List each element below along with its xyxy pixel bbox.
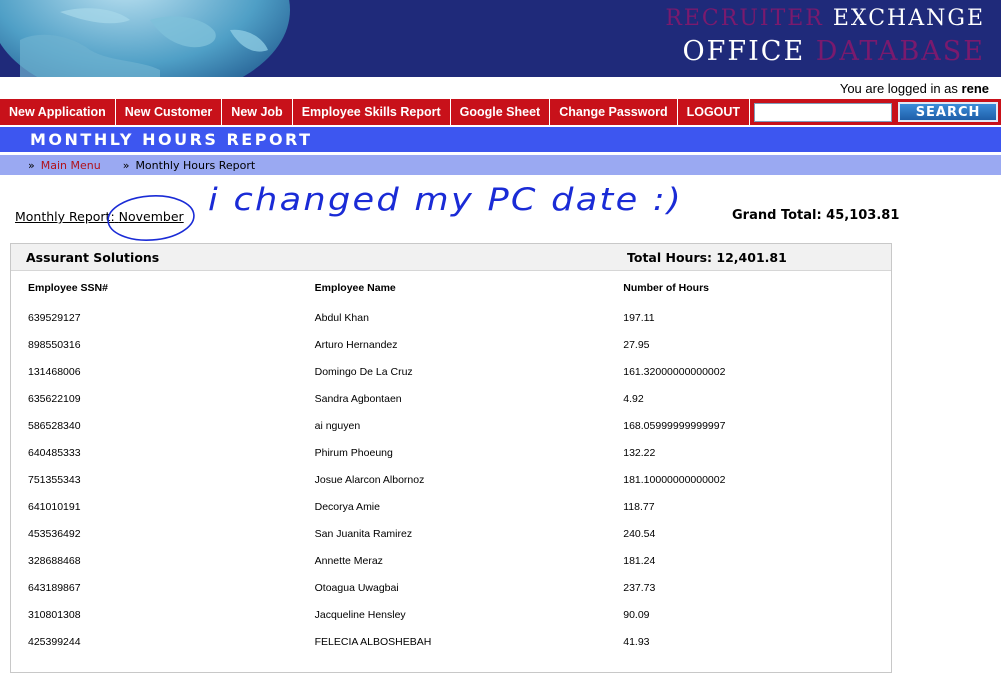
brand-title-line2: OFFICE DATABASE — [683, 36, 985, 67]
cell-hours: 4.92 — [623, 392, 644, 405]
table-row: 586528340 ai nguyen 168.05999999999997 — [11, 412, 891, 439]
breadcrumb-main-menu-link[interactable]: Main Menu — [41, 159, 101, 172]
cell-ssn: 640485333 — [28, 446, 81, 459]
company-total-hours: Total Hours: 12,401.81 — [627, 250, 787, 265]
header-banner: RECRUITER EXCHANGE OFFICE DATABASE — [0, 0, 1001, 77]
table-row: 751355343 Josue Alarcon Albornoz 181.100… — [11, 466, 891, 493]
cell-name: San Juanita Ramirez — [314, 527, 413, 540]
hours-table: Employee SSN# Employee Name Number of Ho… — [11, 272, 891, 655]
table-row: 898550316 Arturo Hernandez 27.95 — [11, 331, 891, 358]
table-row: 643189867 Otoagua Uwagbai 237.73 — [11, 574, 891, 601]
nav-google-sheet[interactable]: Google Sheet — [451, 99, 551, 125]
cell-ssn: 643189867 — [28, 581, 81, 594]
cell-hours: 181.24 — [623, 554, 656, 567]
breadcrumb-separator: » — [122, 158, 130, 172]
cell-name: Jacqueline Hensley — [314, 608, 406, 621]
cell-ssn: 635622109 — [28, 392, 81, 405]
table-row: 131468006 Domingo De La Cruz 161.3200000… — [11, 358, 891, 385]
nav-search-area: SEARCH — [750, 99, 999, 125]
monthly-report-month[interactable]: November — [119, 209, 184, 224]
company-name: Assurant Solutions — [26, 250, 160, 265]
cell-name: Domingo De La Cruz — [314, 365, 413, 378]
search-input[interactable] — [754, 102, 893, 122]
column-header-hours: Number of Hours — [623, 282, 710, 294]
page-title: MONTHLY HOURS REPORT — [0, 127, 1001, 152]
main-nav-bar: New Application New Customer New Job Emp… — [0, 99, 1001, 125]
annotation-text: i changed my PC date :) — [208, 182, 683, 218]
grand-total: Grand Total: 45,103.81 — [732, 208, 900, 223]
cell-name: Annette Meraz — [314, 554, 383, 567]
brand-word-recruiter: RECRUITER — [665, 6, 824, 31]
table-row: 640485333 Phirum Phoeung 132.22 — [11, 439, 891, 466]
cell-hours: 118.77 — [623, 500, 655, 513]
table-row: 425399244 FELECIA ALBOSHEBAH 41.93 — [11, 628, 891, 655]
column-header-name: Employee Name — [314, 282, 396, 294]
table-row: 639529127 Abdul Khan 197.11 — [11, 304, 891, 331]
cell-ssn: 586528340 — [28, 419, 81, 432]
table-row: 310801308 Jacqueline Hensley 90.09 — [11, 601, 891, 628]
cell-ssn: 425399244 — [28, 635, 81, 648]
cell-ssn: 898550316 — [28, 338, 81, 351]
cell-ssn: 310801308 — [28, 608, 81, 621]
cell-ssn: 751355343 — [28, 473, 81, 486]
cell-name: Sandra Agbontaen — [314, 392, 402, 405]
cell-hours: 168.05999999999997 — [623, 419, 726, 432]
panel-header: Assurant Solutions Total Hours: 12,401.8… — [11, 244, 891, 271]
table-row: 453536492 San Juanita Ramirez 240.54 — [11, 520, 891, 547]
brand-word-exchange: EXCHANGE — [832, 6, 985, 31]
cell-name: Otoagua Uwagbai — [314, 581, 399, 594]
cell-ssn: 131468006 — [28, 365, 81, 378]
cell-hours: 41.93 — [623, 635, 650, 648]
cell-ssn: 328688468 — [28, 554, 81, 567]
cell-name: Josue Alarcon Albornoz — [314, 473, 425, 486]
logged-in-prefix: You are logged in as — [839, 81, 958, 96]
monthly-report-prefix: Monthly Report: — [15, 209, 115, 224]
nav-change-password[interactable]: Change Password — [550, 99, 678, 125]
cell-hours: 237.73 — [623, 581, 656, 594]
globe-logo-image — [0, 0, 290, 77]
breadcrumb-current: Monthly Hours Report — [135, 158, 256, 172]
brand-word-database: DATABASE — [815, 36, 985, 67]
cell-hours: 27.95 — [623, 338, 650, 351]
nav-new-job[interactable]: New Job — [222, 99, 293, 125]
company-hours-panel: Assurant Solutions Total Hours: 12,401.8… — [10, 243, 892, 673]
search-button[interactable]: SEARCH — [898, 102, 999, 122]
logged-in-status: You are logged in as rene — [840, 81, 989, 96]
logged-in-username: rene — [961, 81, 989, 96]
nav-logout[interactable]: LOGOUT — [678, 99, 751, 125]
cell-ssn: 639529127 — [28, 311, 81, 324]
brand-title-line1: RECRUITER EXCHANGE — [665, 6, 985, 31]
cell-hours: 181.10000000000002 — [623, 473, 726, 486]
cell-hours: 132.22 — [623, 446, 656, 459]
table-row: 641010191 Decorya Amie 118.77 — [11, 493, 891, 520]
table-header-row: Employee SSN# Employee Name Number of Ho… — [11, 272, 891, 304]
cell-name: Phirum Phoeung — [314, 446, 393, 459]
cell-name: ai nguyen — [314, 419, 361, 432]
breadcrumb-separator: » — [28, 158, 35, 172]
cell-hours: 90.09 — [623, 608, 650, 621]
monthly-report-label[interactable]: Monthly Report: November — [15, 209, 184, 224]
cell-hours: 197.11 — [623, 311, 655, 324]
table-row: 328688468 Annette Meraz 181.24 — [11, 547, 891, 574]
nav-employee-skills-report[interactable]: Employee Skills Report — [293, 99, 451, 125]
table-row: 635622109 Sandra Agbontaen 4.92 — [11, 385, 891, 412]
cell-ssn: 641010191 — [28, 500, 81, 513]
cell-name: FELECIA ALBOSHEBAH — [314, 635, 432, 648]
breadcrumb: » Main Menu » Monthly Hours Report — [0, 155, 1001, 175]
cell-name: Abdul Khan — [314, 311, 369, 324]
nav-new-application[interactable]: New Application — [0, 99, 116, 125]
nav-new-customer[interactable]: New Customer — [116, 99, 223, 125]
cell-ssn: 453536492 — [28, 527, 81, 540]
cell-hours: 240.54 — [623, 527, 656, 540]
brand-word-office: OFFICE — [682, 36, 806, 67]
column-header-ssn: Employee SSN# — [28, 282, 108, 294]
cell-hours: 161.32000000000002 — [623, 365, 726, 378]
cell-name: Decorya Amie — [314, 500, 380, 513]
cell-name: Arturo Hernandez — [314, 338, 398, 351]
